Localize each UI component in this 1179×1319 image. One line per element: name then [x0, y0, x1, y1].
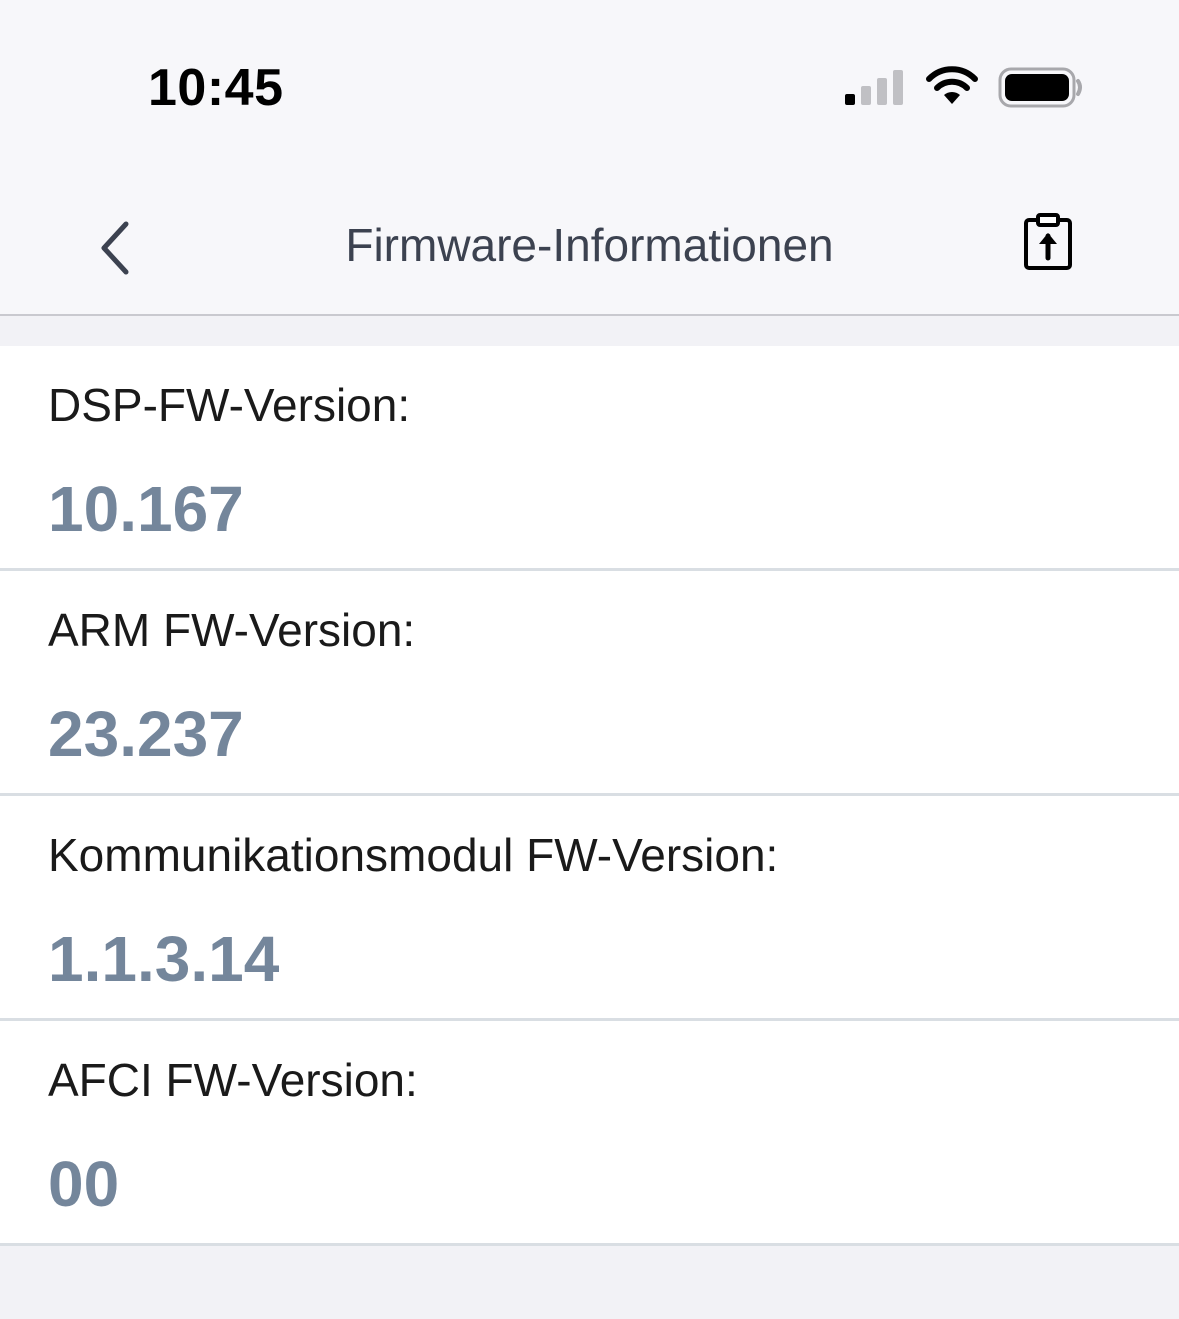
status-bar: 10:45	[0, 0, 1179, 160]
firmware-label: ARM FW-Version:	[48, 604, 416, 656]
firmware-value: 1.1.3.14	[48, 923, 280, 995]
firmware-label: AFCI FW-Version:	[48, 1054, 418, 1106]
firmware-row-communication-module: Kommunikationsmodul FW-Version: 1.1.3.14	[0, 796, 1179, 1021]
firmware-row-dsp: DSP-FW-Version: 10.167	[0, 346, 1179, 571]
firmware-row-arm: ARM FW-Version: 23.237	[0, 571, 1179, 796]
navigation-bar: Firmware-Informationen	[0, 160, 1179, 316]
page-title: Firmware-Informationen	[345, 219, 834, 271]
firmware-label: Kommunikationsmodul FW-Version:	[48, 829, 779, 881]
status-time: 10:45	[148, 59, 284, 117]
firmware-value: 00	[48, 1148, 120, 1220]
cellular-signal-icon	[845, 70, 903, 105]
clipboard-upload-icon[interactable]	[1018, 212, 1078, 272]
wifi-icon	[926, 66, 978, 104]
battery-icon	[998, 67, 1082, 108]
firmware-row-afci: AFCI FW-Version: 00	[0, 1021, 1179, 1246]
firmware-value: 10.167	[48, 473, 244, 545]
firmware-value: 23.237	[48, 698, 244, 770]
firmware-label: DSP-FW-Version:	[48, 379, 411, 431]
firmware-list: DSP-FW-Version: 10.167 ARM FW-Version: 2…	[0, 346, 1179, 1246]
